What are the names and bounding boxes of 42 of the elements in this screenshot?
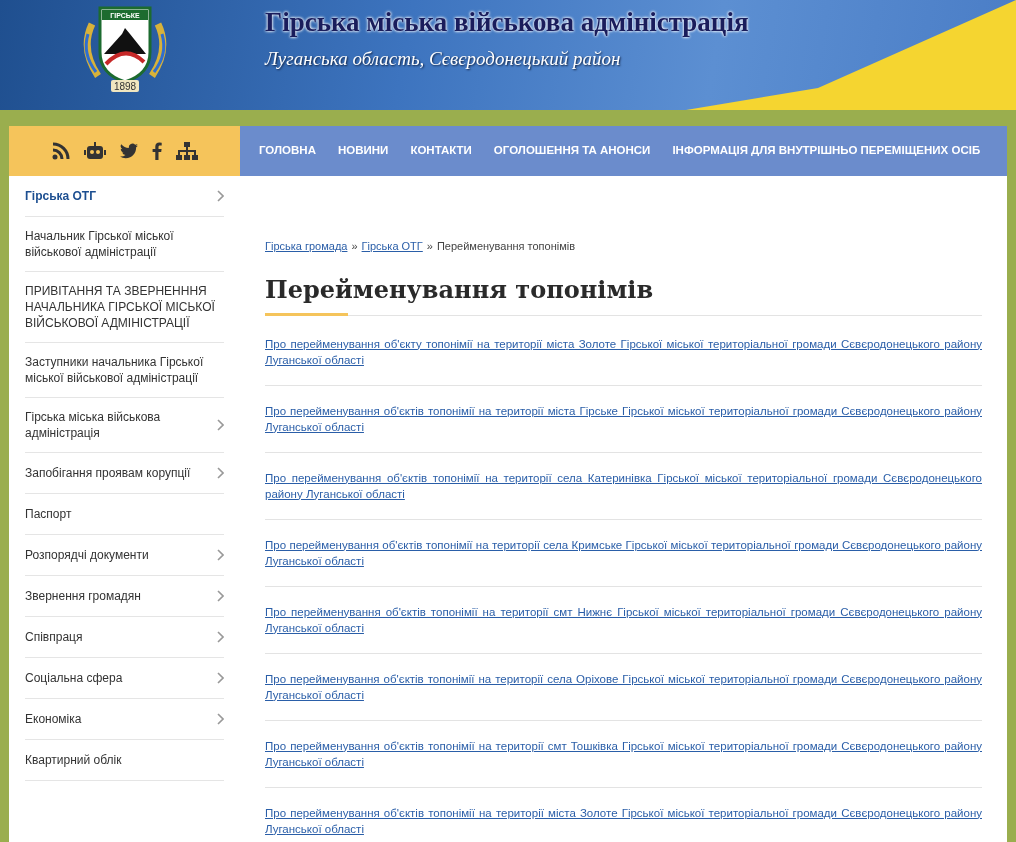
rss-icon[interactable] bbox=[51, 142, 70, 160]
breadcrumb-link[interactable]: Гірська громада bbox=[265, 238, 348, 255]
sidebar-item[interactable]: Начальник Гірської міської військової адміністрації bbox=[25, 228, 224, 260]
sidebar-item[interactable]: Заступники начальника Гірської міської військової адміністрації bbox=[25, 354, 224, 386]
sidebar-item[interactable]: Паспорт bbox=[25, 506, 78, 522]
sidebar-item[interactable]: Запобігання проявам корупції bbox=[25, 465, 197, 481]
article-link[interactable]: Про перейменування об'єктів топонімії на території міста Гірське Гірської міської територіальної громади Сєвєродонецького району Луганської області bbox=[265, 402, 982, 435]
chevron-right-icon[interactable] bbox=[217, 631, 224, 643]
sidebar-item[interactable]: Гірська міська військова адміністрація bbox=[25, 409, 217, 441]
article-link[interactable]: Про перейменування об'єкту топонімії на території міста Золоте Гірської міської територіальної громади Сєвєродонецького району Луганської області bbox=[265, 335, 982, 368]
article-link[interactable]: Про перейменування об'єктів топонімії на території села Кримське Гірської міської територіальної громади Сєвєродонецького району Луганської області bbox=[265, 536, 982, 569]
sidebar-item[interactable]: ПРИВІТАННЯ ТА ЗВЕРНЕНННЯ НАЧАЛЬНИКА ГІРСЬКОЇ МІСЬКОЇ ВІЙСЬКОВОЇ АДМІНІСТРАЦІЇ bbox=[25, 283, 224, 331]
sidebar-item[interactable]: Співпраця bbox=[25, 629, 89, 645]
article-link[interactable]: Про перейменування об'єктів топонімії на території села Катеринівка Гірської міської територіальної громади Сєвєродонецького району Луганської області bbox=[265, 469, 982, 502]
article-link[interactable]: Про перейменування об'єктів топонімії на території смт Нижнє Гірської міської територіальної громади Сєвєродонецького району Луганської області bbox=[265, 603, 982, 636]
page-title: Перейменування топонімів bbox=[265, 274, 655, 305]
article-link[interactable]: Про перейменування об'єктів топонімії на території села Оріхове Гірської міської територіальної громади Сєвєродонецького району Луганської області bbox=[265, 670, 982, 703]
article-link[interactable]: Про перейменування об'єктів топонімії на території смт Тошківка Гірської міської територіальної громади Сєвєродонецького району Луганської області bbox=[265, 737, 982, 770]
sidebar-item[interactable]: Економіка bbox=[25, 711, 88, 727]
chevron-right-icon[interactable] bbox=[217, 190, 224, 202]
chevron-right-icon[interactable] bbox=[217, 549, 224, 561]
sidebar-item[interactable]: Соціальна сфера bbox=[25, 670, 129, 686]
letter-f-icon[interactable] bbox=[151, 142, 162, 160]
site-subtitle: Луганська область, Сєвєродонецький район bbox=[265, 46, 622, 71]
breadcrumb-separator: » bbox=[351, 239, 358, 254]
sidebar-item[interactable]: Розпорядчі документи bbox=[25, 547, 155, 563]
chevron-right-icon[interactable] bbox=[217, 590, 224, 602]
breadcrumb-current: Перейменування топонімів bbox=[436, 239, 576, 254]
chevron-right-icon[interactable] bbox=[217, 467, 224, 479]
sidebar-item[interactable]: Квартирний облік bbox=[25, 752, 128, 768]
chevron-right-icon[interactable] bbox=[217, 672, 224, 684]
bird-icon[interactable] bbox=[119, 143, 138, 159]
breadcrumb-link[interactable]: Гірська ОТГ bbox=[361, 238, 423, 255]
sidebar-item[interactable]: Гірська ОТГ bbox=[25, 188, 102, 204]
sidebar-item[interactable]: Звернення громадян bbox=[25, 588, 147, 604]
breadcrumb-separator: » bbox=[426, 239, 433, 254]
chevron-right-icon[interactable] bbox=[217, 713, 224, 725]
chevron-right-icon[interactable] bbox=[217, 419, 224, 431]
site-title: Гірська міська військова адміністрація bbox=[265, 6, 749, 39]
sitemap-icon[interactable] bbox=[175, 142, 198, 160]
article-link[interactable]: Про перейменування об'єктів топонімії на території міста Золоте Гірської міської територіальної громади Сєвєродонецького району Луганської області bbox=[265, 804, 982, 837]
robot-icon[interactable] bbox=[83, 142, 106, 160]
